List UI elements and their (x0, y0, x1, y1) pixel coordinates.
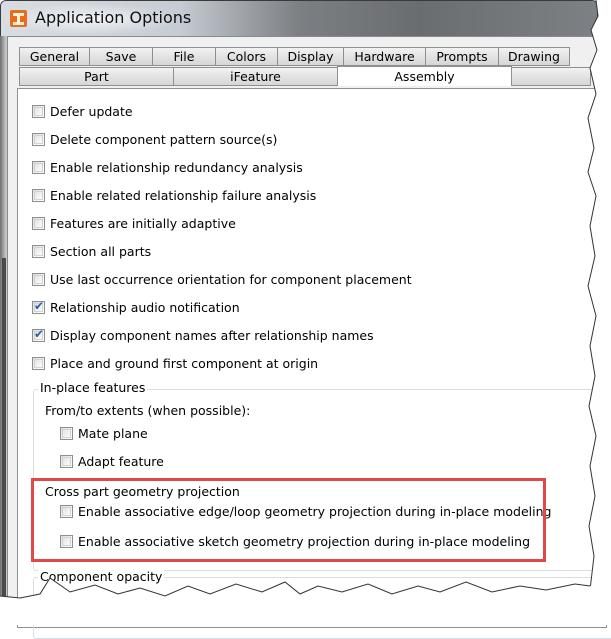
option-label: Section all parts (50, 243, 152, 259)
window-title: Application Options (35, 8, 192, 27)
option-initially-adaptive[interactable]: Features are initially adaptive (32, 214, 236, 232)
checkbox[interactable] (32, 188, 45, 202)
extents-label: From/to extents (when possible): (45, 403, 251, 418)
checkbox[interactable] (32, 356, 45, 370)
tab-colors[interactable]: Colors (215, 47, 278, 66)
checkmark-icon: ✔ (34, 298, 45, 313)
option-label: Mate plane (78, 425, 148, 441)
tab-general[interactable]: General (19, 47, 90, 66)
tab-label: Prompts (436, 49, 488, 64)
tab-label: Hardware (354, 49, 415, 64)
checkmark-icon: ✔ (34, 326, 45, 341)
option-adapt-feature[interactable]: Adapt feature (60, 452, 164, 470)
opacity-radio[interactable] (46, 592, 59, 605)
tab-save[interactable]: Save (89, 47, 153, 66)
tab-label: Save (105, 49, 137, 64)
tab-drawing[interactable]: Drawing (498, 47, 570, 66)
tab-label: Part (84, 69, 109, 84)
title-bar[interactable]: Application Options (1, 1, 597, 37)
option-label: Place and ground first component at orig… (50, 355, 319, 371)
option-label: Enable relationship redundancy analysis (50, 159, 303, 175)
option-last-occurrence-orientation[interactable]: Use last occurrence orientation for comp… (32, 270, 412, 288)
component-opacity-title: Component opacity (38, 569, 165, 584)
option-delete-pattern-source[interactable]: Delete component pattern source(s) (32, 130, 277, 148)
tab-label: File (173, 49, 195, 64)
checkbox[interactable] (60, 454, 73, 468)
tab-label: Colors (226, 49, 267, 64)
checkbox[interactable] (32, 272, 45, 286)
option-audio-notification[interactable]: ✔ Relationship audio notification (32, 298, 240, 316)
option-display-component-names[interactable]: ✔ Display component names after relation… (32, 326, 374, 344)
checkbox[interactable] (60, 426, 73, 440)
component-opacity-group (33, 577, 611, 639)
checkbox[interactable] (32, 160, 45, 174)
tab-file[interactable]: File (152, 47, 216, 66)
in-place-features-title: In-place features (38, 380, 148, 395)
option-label: Relationship audio notification (50, 299, 240, 315)
option-redundancy-analysis[interactable]: Enable relationship redundancy analysis (32, 158, 303, 176)
tab-label: General (29, 49, 80, 64)
checkbox[interactable] (32, 244, 45, 258)
tab-label: Display (287, 49, 334, 64)
option-label: Enable related relationship failure anal… (50, 187, 317, 203)
option-failure-analysis[interactable]: Enable related relationship failure anal… (32, 186, 316, 204)
tab-label: iFeature (230, 69, 281, 84)
option-mate-plane[interactable]: Mate plane (60, 424, 148, 442)
tab-display[interactable]: Display (277, 47, 344, 66)
option-defer-update[interactable]: Defer update (32, 102, 133, 120)
tab-hardware[interactable]: Hardware (343, 47, 426, 66)
option-label: Defer update (50, 103, 133, 119)
autodesk-inventor-icon (10, 10, 27, 27)
checkbox[interactable] (32, 216, 45, 230)
option-label: Use last occurrence orientation for comp… (50, 271, 412, 287)
option-ground-first-component[interactable]: Place and ground first component at orig… (32, 354, 318, 372)
tab-assembly[interactable]: Assembly (337, 66, 512, 86)
window-left-edge (0, 36, 7, 618)
checkbox[interactable] (32, 104, 45, 118)
option-label: Adapt feature (78, 453, 164, 469)
option-label: Features are initially adaptive (50, 215, 236, 231)
checkbox[interactable]: ✔ (32, 326, 45, 342)
tab-label: Drawing (508, 49, 560, 64)
option-label: Delete component pattern source(s) (50, 131, 278, 147)
option-section-all-parts[interactable]: Section all parts (32, 242, 151, 260)
option-label: Display component names after relationsh… (50, 327, 374, 343)
tab-row2-filler (511, 67, 591, 86)
tab-part[interactable]: Part (19, 67, 174, 86)
tab-prompts[interactable]: Prompts (425, 47, 499, 66)
tab-label: Assembly (394, 69, 455, 84)
highlight-box (31, 478, 546, 562)
tab-ifeature[interactable]: iFeature (173, 67, 338, 86)
checkbox[interactable]: ✔ (32, 298, 45, 314)
checkbox[interactable] (32, 132, 45, 146)
